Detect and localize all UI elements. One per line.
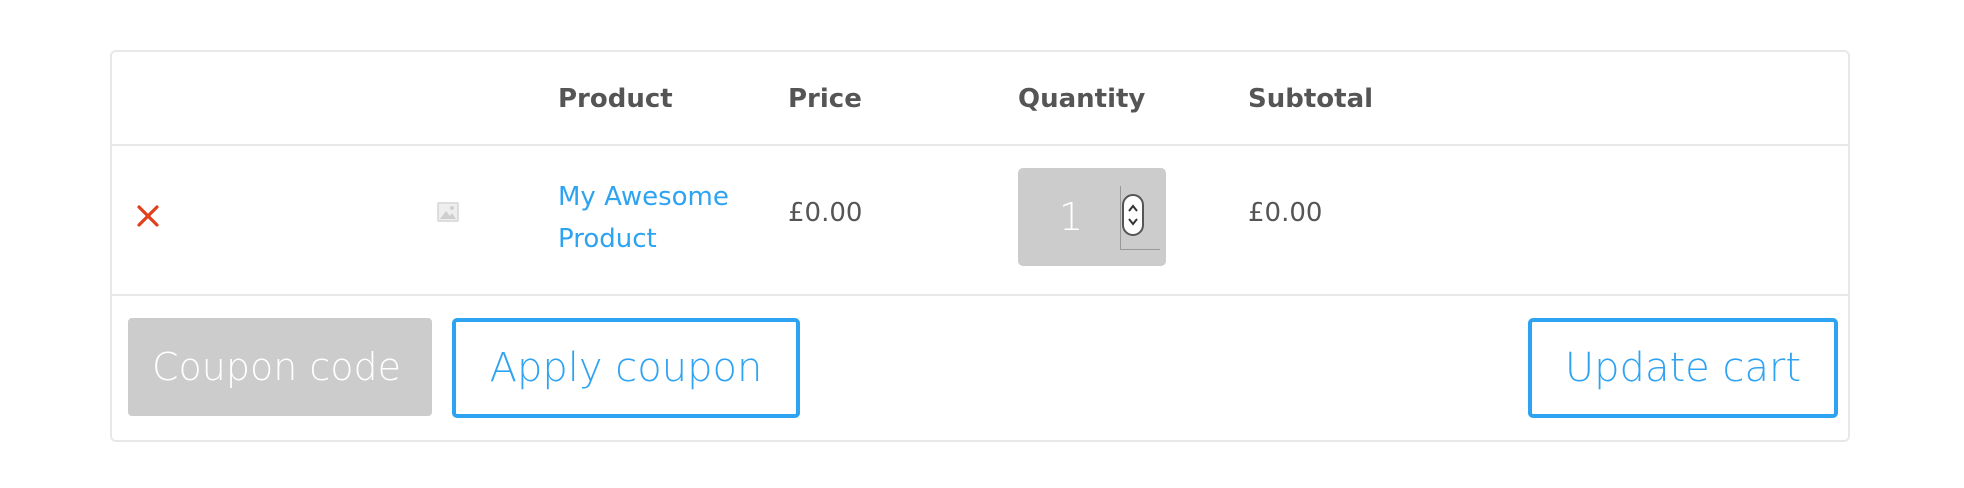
coupon-code-input[interactable] [128,318,432,416]
cart-table-header: Product Price Quantity Subtotal [112,52,1848,146]
product-name-link[interactable]: My Awesome Product [558,176,768,260]
update-cart-button[interactable]: Update cart [1528,318,1838,418]
cart-actions: Apply coupon Update cart [112,294,1848,442]
remove-item-icon[interactable] [136,204,160,228]
header-subtotal: Subtotal [1248,84,1374,114]
cart-table: Product Price Quantity Subtotal My Aweso… [110,50,1850,442]
apply-coupon-button[interactable]: Apply coupon [452,318,800,418]
header-quantity: Quantity [1018,84,1146,114]
item-price: £0.00 [788,198,863,228]
image-placeholder-icon[interactable] [436,200,460,224]
quantity-stepper[interactable]: 1 [1018,168,1166,266]
cart-item-row: My Awesome Product £0.00 1 £0.00 [112,144,1848,296]
item-subtotal: £0.00 [1248,198,1323,228]
header-product: Product [558,84,673,114]
quantity-value[interactable]: 1 [1056,196,1086,238]
quantity-spin-arrows-icon[interactable] [1122,194,1144,236]
header-price: Price [788,84,862,114]
